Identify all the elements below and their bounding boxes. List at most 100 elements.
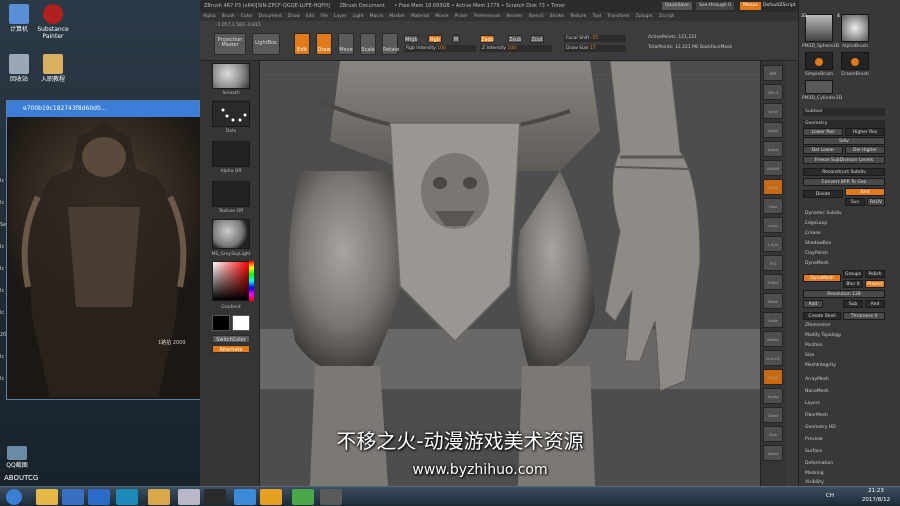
backface-mask-button[interactable]: BackfaceMask: [700, 45, 732, 50]
secondary-color-swatch[interactable]: [232, 315, 250, 331]
pm3d-cylinder-thumbnail[interactable]: [805, 80, 833, 94]
menu-item-stencil[interactable]: Stencil: [528, 14, 543, 19]
main-color-swatch[interactable]: [212, 315, 230, 331]
palette-polish[interactable]: Polish: [865, 270, 885, 278]
media-icon[interactable]: [62, 489, 84, 505]
palette-meshintegrity[interactable]: MeshIntegrity: [803, 362, 885, 370]
menu-item-texture[interactable]: Texture: [570, 14, 586, 19]
palette-groups[interactable]: Groups: [843, 270, 863, 278]
obs-icon[interactable]: [320, 489, 342, 505]
dots-stroke-icon[interactable]: [212, 101, 250, 127]
menu-item-preferences[interactable]: Preferences: [474, 14, 500, 19]
zsub-button[interactable]: Zsub: [508, 35, 522, 43]
menu-item-color[interactable]: Color: [241, 14, 253, 19]
chrome-icon[interactable]: [292, 489, 314, 505]
m-button[interactable]: M: [452, 35, 460, 43]
palette-shadowbox[interactable]: ShadowBox: [803, 240, 885, 248]
menu-item-zscript[interactable]: Zscript: [659, 14, 675, 19]
k-app-icon[interactable]: [88, 489, 110, 505]
palette-crease[interactable]: Crease: [803, 230, 885, 238]
menu-item-layer[interactable]: Layer: [334, 14, 347, 19]
zadd-button[interactable]: Zadd: [480, 35, 494, 43]
shelf-button-scale[interactable]: Scale: [763, 312, 783, 328]
shelf-button-rotate[interactable]: Rotate: [763, 331, 783, 347]
menus-toggle[interactable]: Menus: [740, 2, 761, 10]
hue-strip[interactable]: [249, 261, 254, 301]
menu-item-file[interactable]: File: [320, 14, 328, 19]
shelf-button-actual[interactable]: Actual: [763, 141, 783, 157]
desktop-icon-computer[interactable]: 计算机: [2, 4, 36, 33]
maya-icon[interactable]: [116, 489, 138, 505]
menu-item-marker[interactable]: Marker: [389, 14, 405, 19]
palette-subtool[interactable]: Subtool: [803, 108, 885, 116]
document-canvas[interactable]: [260, 61, 760, 486]
rotate-button[interactable]: Rotate: [382, 33, 399, 55]
menu-item-material[interactable]: Material: [411, 14, 429, 19]
palette-edgeloop[interactable]: EdgeLoop: [803, 220, 885, 228]
menu-item-tool[interactable]: Tool: [592, 14, 601, 19]
shelf-button-persp[interactable]: Persp: [763, 179, 783, 195]
palette-geometry[interactable]: Geometry: [803, 120, 885, 128]
palette-suv[interactable]: Suv: [845, 198, 865, 206]
mrgb-button[interactable]: Mrgb: [404, 35, 418, 43]
shelf-button-frame[interactable]: Frame: [763, 274, 783, 290]
palette-resolution-128[interactable]: Resolution 128: [803, 290, 885, 298]
eraser-brush-thumbnail[interactable]: [841, 52, 869, 70]
palette-size[interactable]: Size: [803, 352, 885, 360]
lightbox-button[interactable]: LightBox: [252, 33, 280, 55]
rgb-button[interactable]: Rgb: [428, 35, 442, 43]
menu-item-alpha[interactable]: Alpha: [203, 14, 216, 19]
menu-item-document[interactable]: Document: [259, 14, 282, 19]
menu-item-transform[interactable]: Transform: [607, 14, 629, 19]
shelf-button-transp[interactable]: Transp: [763, 388, 783, 404]
menu-item-zplugin[interactable]: Zplugin: [636, 14, 653, 19]
desktop-icon-tutorial[interactable]: 入职教程: [36, 54, 70, 83]
alpha-icon[interactable]: [212, 141, 250, 167]
scale-button[interactable]: Scale: [360, 33, 376, 55]
palette-add[interactable]: Add: [803, 300, 823, 308]
smooth-brush-icon[interactable]: [212, 63, 250, 89]
see-through-slider[interactable]: See-through 0: [696, 2, 734, 10]
zcut-button[interactable]: Zcut: [530, 35, 544, 43]
image-viewer-window[interactable]: e700b19c182743f8d60d0... 1路拍 2009: [6, 100, 200, 400]
shelf-button-line-fill[interactable]: Line Fill: [763, 350, 783, 366]
shelf-button-xpose[interactable]: Xpose: [763, 445, 783, 461]
menu-item-edit[interactable]: Edit: [306, 14, 315, 19]
material-icon[interactable]: [212, 219, 250, 249]
shelf-button-move[interactable]: Move: [763, 293, 783, 309]
color-picker[interactable]: [212, 261, 250, 301]
palette-dynamic-subdiv[interactable]: Dynamic Subdiv: [803, 210, 885, 218]
palette-and[interactable]: And: [865, 300, 885, 308]
move-button[interactable]: Move: [338, 33, 354, 55]
clock-date[interactable]: 2017/8/12: [856, 497, 896, 503]
shelf-button-zoom[interactable]: Zoom: [763, 122, 783, 138]
palette-claypolish[interactable]: ClayPolish: [803, 250, 885, 258]
palette-reconstruct-subdiv[interactable]: Reconstruct Subdiv: [803, 168, 885, 176]
palette-reuv[interactable]: ReUV: [867, 198, 885, 206]
palette-freeze-subdivision-levels[interactable]: Freeze SubDivision Levels: [803, 156, 885, 164]
draw-size-slider[interactable]: Draw Size 17: [564, 45, 626, 52]
palette-nanomesh[interactable]: NanoMesh: [803, 388, 885, 396]
shelf-button-floor[interactable]: Floor: [763, 198, 783, 214]
palette-del-higher[interactable]: Del Higher: [845, 146, 885, 154]
palette-higher-res[interactable]: Higher Res: [845, 128, 885, 136]
remote-icon[interactable]: [234, 489, 256, 505]
palette-zremesher[interactable]: ZRemesher: [803, 322, 885, 330]
start-icon[interactable]: [6, 489, 22, 505]
clock-time[interactable]: 21:23: [856, 488, 896, 494]
draw-button[interactable]: Draw: [316, 33, 332, 55]
menu-item-draw[interactable]: Draw: [288, 14, 300, 19]
explorer-icon[interactable]: [36, 489, 58, 505]
menu-item-macro[interactable]: Macro: [370, 14, 384, 19]
palette-blur-0[interactable]: Blur 0: [843, 280, 863, 288]
palette-sub[interactable]: Sub: [843, 300, 863, 308]
shelf-button-xyz[interactable]: XYZ: [763, 255, 783, 271]
palette-dynamesh[interactable]: DynaMesh: [803, 260, 885, 268]
pm3d-sphere-thumbnail[interactable]: [805, 14, 833, 42]
alpha-brush-thumbnail[interactable]: [841, 14, 869, 42]
shelf-button-bpr[interactable]: BPR: [763, 65, 783, 81]
desktop-icon-qq-screenshot[interactable]: QQ截图: [0, 446, 34, 469]
palette-surface[interactable]: Surface: [803, 448, 885, 456]
shelf-button-solo[interactable]: Solo: [763, 426, 783, 442]
m-app-icon[interactable]: [260, 489, 282, 505]
